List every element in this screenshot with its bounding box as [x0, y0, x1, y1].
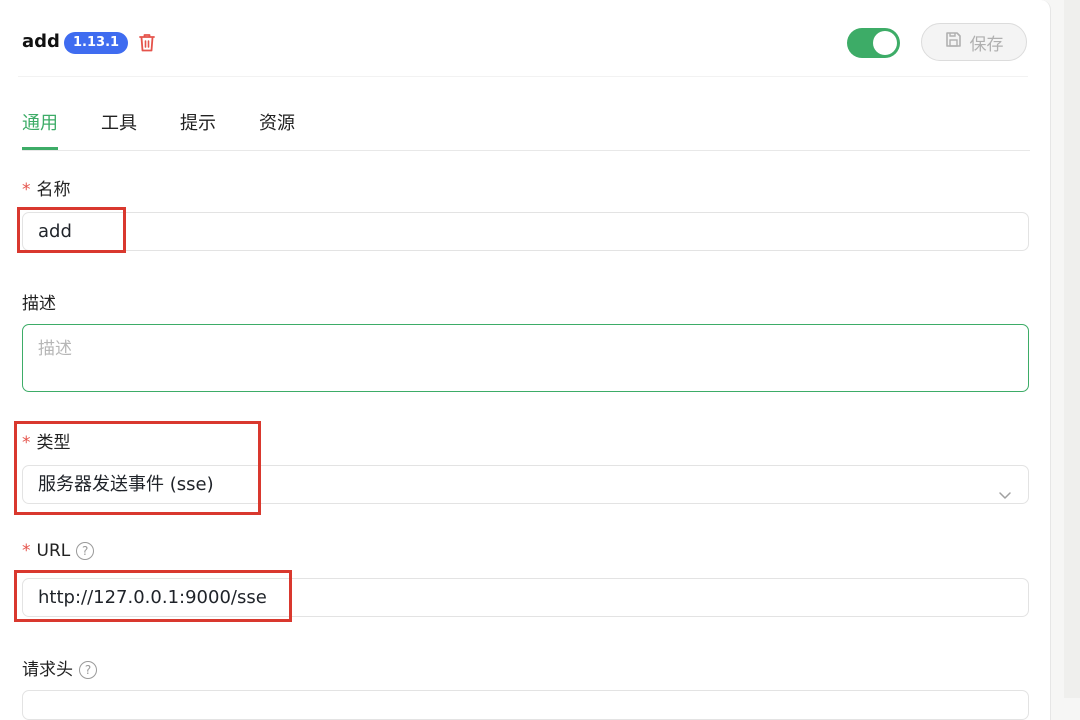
- name-input[interactable]: add: [22, 212, 1029, 251]
- required-marker: *: [22, 180, 31, 200]
- type-select[interactable]: 服务器发送事件 (sse): [22, 465, 1029, 504]
- url-label: * URL?: [22, 541, 95, 561]
- tab-prompts[interactable]: 提示: [180, 109, 216, 135]
- question-circle-icon[interactable]: ?: [76, 542, 95, 560]
- enable-toggle[interactable]: [847, 28, 900, 58]
- toggle-knob: [873, 31, 897, 55]
- tab-tools[interactable]: 工具: [101, 109, 137, 135]
- required-marker: *: [22, 433, 31, 453]
- save-icon: [945, 31, 962, 53]
- type-label: * 类型: [22, 433, 71, 453]
- name-label: * 名称: [22, 180, 71, 200]
- version-badge: 1.13.1: [64, 32, 129, 54]
- trash-icon[interactable]: [137, 32, 157, 54]
- header-divider: [18, 76, 1028, 77]
- mcp-server-panel: add 1.13.1 保存 通用 工具 提示 资源 * 名称 add 描述 描述…: [0, 0, 1051, 720]
- question-circle-icon[interactable]: ?: [79, 661, 97, 679]
- tab-general[interactable]: 通用: [22, 109, 58, 135]
- save-label: 保存: [969, 34, 1004, 55]
- required-marker: *: [22, 541, 31, 561]
- type-select-value: 服务器发送事件 (sse): [38, 474, 214, 495]
- active-tab-indicator: [22, 147, 58, 150]
- url-input[interactable]: http://127.0.0.1:9000/sse: [22, 578, 1029, 617]
- headers-label: 请求头?: [22, 655, 97, 680]
- description-textarea[interactable]: 描述: [22, 324, 1029, 392]
- save-button[interactable]: 保存: [921, 23, 1027, 61]
- description-label: 描述: [22, 294, 56, 314]
- chevron-down-icon: [998, 478, 1012, 499]
- headers-input[interactable]: [22, 690, 1029, 720]
- tab-bar: 通用 工具 提示 资源: [22, 104, 1030, 151]
- server-title: add: [22, 31, 60, 52]
- panel-header: add 1.13.1 保存: [0, 0, 1050, 80]
- tab-resources[interactable]: 资源: [259, 109, 295, 135]
- description-placeholder: 描述: [38, 339, 72, 359]
- background-edge: [1064, 0, 1080, 698]
